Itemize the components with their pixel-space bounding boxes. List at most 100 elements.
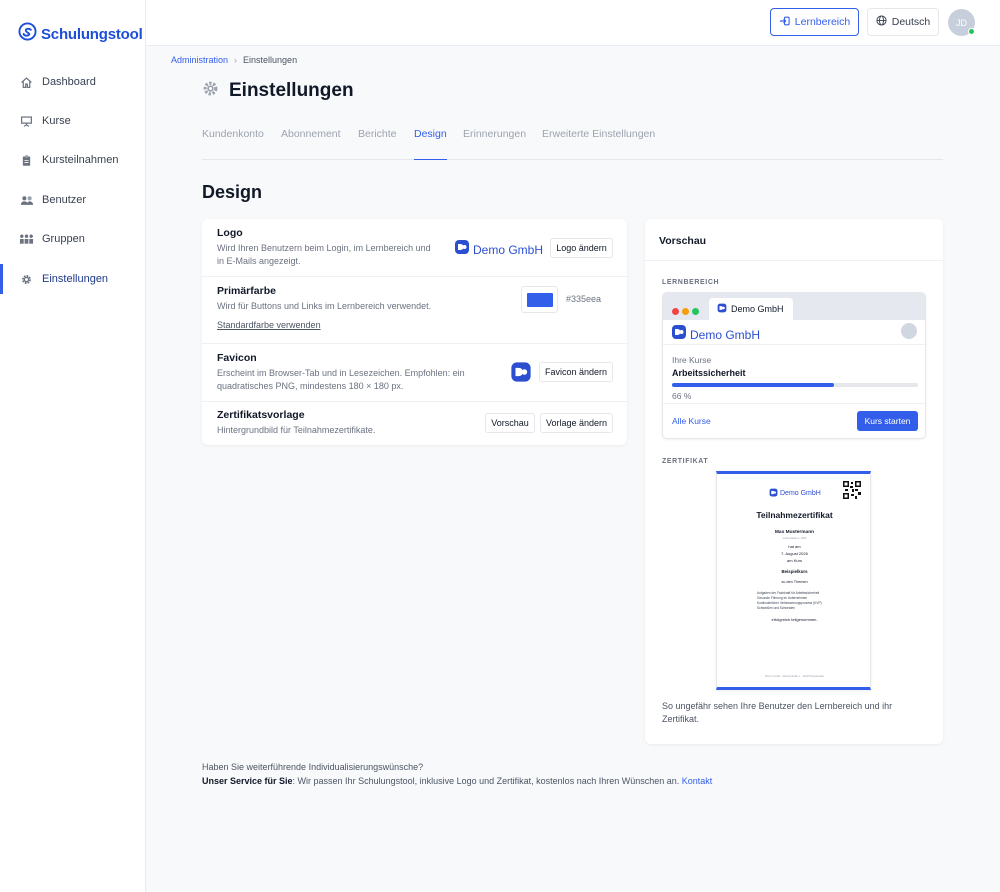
browser-bar: Demo GmbH: [663, 293, 925, 320]
preview-company-logo: Demo GmbH: [671, 324, 760, 345]
gear-icon: [19, 272, 34, 287]
favicon-row: Favicon Erscheint im Browser-Tab und in …: [202, 344, 627, 402]
favicon-description-line: Erscheint im Browser-Tab und in Lesezeic…: [217, 368, 465, 378]
logo-title: Logo: [217, 227, 243, 239]
language-button[interactable]: Deutsch: [867, 8, 939, 36]
sidebar-item-label: Kursteilnahmen: [42, 154, 119, 166]
footer-service: Unser Service für Sie: Wir passen Ihr Sc…: [202, 776, 712, 786]
favicon-description-line: quadratisches PNG, mindestens 180 × 180 …: [217, 381, 404, 391]
primary-color-title: Primärfarbe: [217, 285, 276, 297]
section-title: Design: [202, 182, 263, 202]
sidebar-item-kursteilnahmen[interactable]: Kursteilnahmen: [0, 145, 146, 175]
certificate-template-title: Zertifikatsvorlage: [217, 409, 305, 421]
tab-erinnerungen[interactable]: Erinnerungen: [463, 128, 526, 160]
design-settings-card: Logo Wird Ihren Benutzern beim Login, im…: [202, 219, 627, 445]
browser-tab-label: Demo GmbH: [731, 304, 784, 314]
chevron-right-icon: ›: [234, 55, 238, 65]
logo-description: Wird Ihren Benutzern beim Login, im Lern…: [217, 242, 431, 268]
divider: [645, 260, 943, 261]
preview-title: Vorschau: [659, 235, 707, 247]
progress-bar-fill: [672, 383, 835, 387]
topbar: Lernbereich Deutsch JD: [146, 0, 1000, 46]
sidebar-item-label: Benutzer: [42, 194, 87, 206]
certificate-text: hat am: [788, 544, 801, 549]
color-picker[interactable]: [521, 286, 558, 313]
certificate-footer: Demo GmbH · Musterstraße 1 · 12345 Muste…: [765, 675, 824, 678]
primary-color-description: Wird für Buttons und Links im Lernbereic…: [217, 301, 432, 311]
language-label: Deutsch: [891, 16, 931, 28]
sidebar-item-benutzer[interactable]: Benutzer: [0, 185, 146, 215]
certificate-template-row: Zertifikatsvorlage Hintergrundbild für T…: [202, 402, 627, 445]
certificate-date: 7. August 2026: [781, 551, 808, 556]
reset-color-link[interactable]: Standardfarbe verwenden: [217, 320, 321, 330]
brand-logo[interactable]: Schulungstool: [18, 22, 143, 46]
tab-kundenkonto[interactable]: Kundenkonto: [202, 128, 264, 160]
your-courses-label: Ihre Kurse: [672, 355, 712, 365]
all-courses-link: Alle Kurse: [672, 416, 711, 426]
certificate-company: Demo GmbH: [780, 489, 821, 497]
learning-area-label: LERNBEREICH: [662, 279, 720, 286]
page-title: Einstellungen: [229, 80, 354, 101]
preview-company-name: Demo GmbH: [690, 327, 761, 342]
company-logo: Demo GmbH: [454, 239, 543, 260]
divider: [663, 344, 925, 345]
preview-avatar: [901, 323, 917, 339]
tab-abonnement[interactable]: Abonnement: [281, 128, 341, 160]
window-close-dot: [672, 308, 679, 315]
sidebar-item-gruppen[interactable]: Gruppen: [0, 224, 146, 254]
gear-icon: [202, 80, 219, 102]
course-name: Arbeitssicherheit: [672, 368, 746, 378]
presentation-icon: [19, 114, 34, 129]
footer-service-bold: Unser Service für Sie: [202, 776, 293, 786]
window-minimize-dot: [682, 308, 689, 315]
progress-percent: 66 %: [672, 391, 692, 401]
sidebar-item-label: Kurse: [42, 115, 71, 127]
certificate-title: Teilnahmezertifikat: [756, 510, 833, 520]
browser-tab: Demo GmbH: [709, 298, 793, 320]
tab-berichte[interactable]: Berichte: [358, 128, 397, 160]
footer-service-text: : Wir passen Ihr Schulungstool, inklusiv…: [292, 776, 682, 786]
certificate-preview-button[interactable]: Vorschau: [485, 413, 535, 433]
sidebar-item-label: Einstellungen: [42, 273, 109, 285]
page-header: Einstellungen: [202, 80, 354, 102]
globe-icon: [876, 15, 887, 29]
change-favicon-button[interactable]: Favicon ändern: [539, 362, 613, 382]
tab-design[interactable]: Design: [414, 128, 447, 160]
favicon-icon: [510, 361, 532, 388]
sidebar-item-kurse[interactable]: Kurse: [0, 106, 146, 136]
certificate-label: ZERTIFIKAT: [662, 458, 709, 465]
sidebar-item-label: Gruppen: [42, 233, 85, 245]
divider: [663, 403, 925, 404]
certificate-topics: Aufgaben der Fachkraft für Arbeitssicher…: [757, 591, 822, 611]
sidebar-item-dashboard[interactable]: Dashboard: [0, 67, 146, 97]
brand-icon: [18, 22, 37, 46]
change-logo-button[interactable]: Logo ändern: [550, 238, 613, 258]
preview-card: Vorschau LERNBEREICH Demo GmbH Demo GmbH…: [645, 219, 943, 744]
certificate-text: zu den Themen: [781, 580, 808, 584]
certificate-logo: Demo GmbH: [769, 484, 821, 502]
breadcrumb-current: Einstellungen: [243, 55, 298, 65]
contact-link[interactable]: Kontakt: [682, 776, 713, 786]
change-template-button[interactable]: Vorlage ändern: [540, 413, 613, 433]
settings-tabs: Kundenkonto Abonnement Berichte Design E…: [202, 126, 943, 160]
login-arrow-icon: [779, 16, 790, 29]
breadcrumb: Administration › Einstellungen: [171, 55, 297, 65]
sidebar-item-einstellungen[interactable]: Einstellungen: [0, 264, 146, 294]
footer-question: Haben Sie weiterführende Individualisier…: [202, 762, 424, 772]
breadcrumb-administration[interactable]: Administration: [171, 55, 228, 65]
favicon-icon: [717, 303, 727, 315]
logo-row: Logo Wird Ihren Benutzern beim Login, im…: [202, 219, 627, 277]
progress-bar: [672, 383, 918, 387]
lernbereich-button[interactable]: Lernbereich: [770, 8, 859, 36]
clipboard-icon: [19, 153, 34, 168]
groups-icon: [19, 232, 34, 247]
start-course-button: Kurs starten: [857, 411, 918, 431]
certificate-preview: Demo GmbH Teilnahmezertifikat Max Muster…: [716, 471, 871, 690]
brand-name: Schulungstool: [41, 25, 143, 43]
favicon-title: Favicon: [217, 352, 257, 364]
certificate-completed: erfolgreich teilgenommen.: [771, 617, 818, 622]
primary-color-row: Primärfarbe Wird für Buttons und Links i…: [202, 277, 627, 344]
tab-erweiterte-einstellungen[interactable]: Erweiterte Einstellungen: [542, 128, 655, 160]
sidebar-item-label: Dashboard: [42, 76, 96, 88]
preview-note: So ungefähr sehen Ihre Benutzer den Lern…: [662, 701, 893, 724]
